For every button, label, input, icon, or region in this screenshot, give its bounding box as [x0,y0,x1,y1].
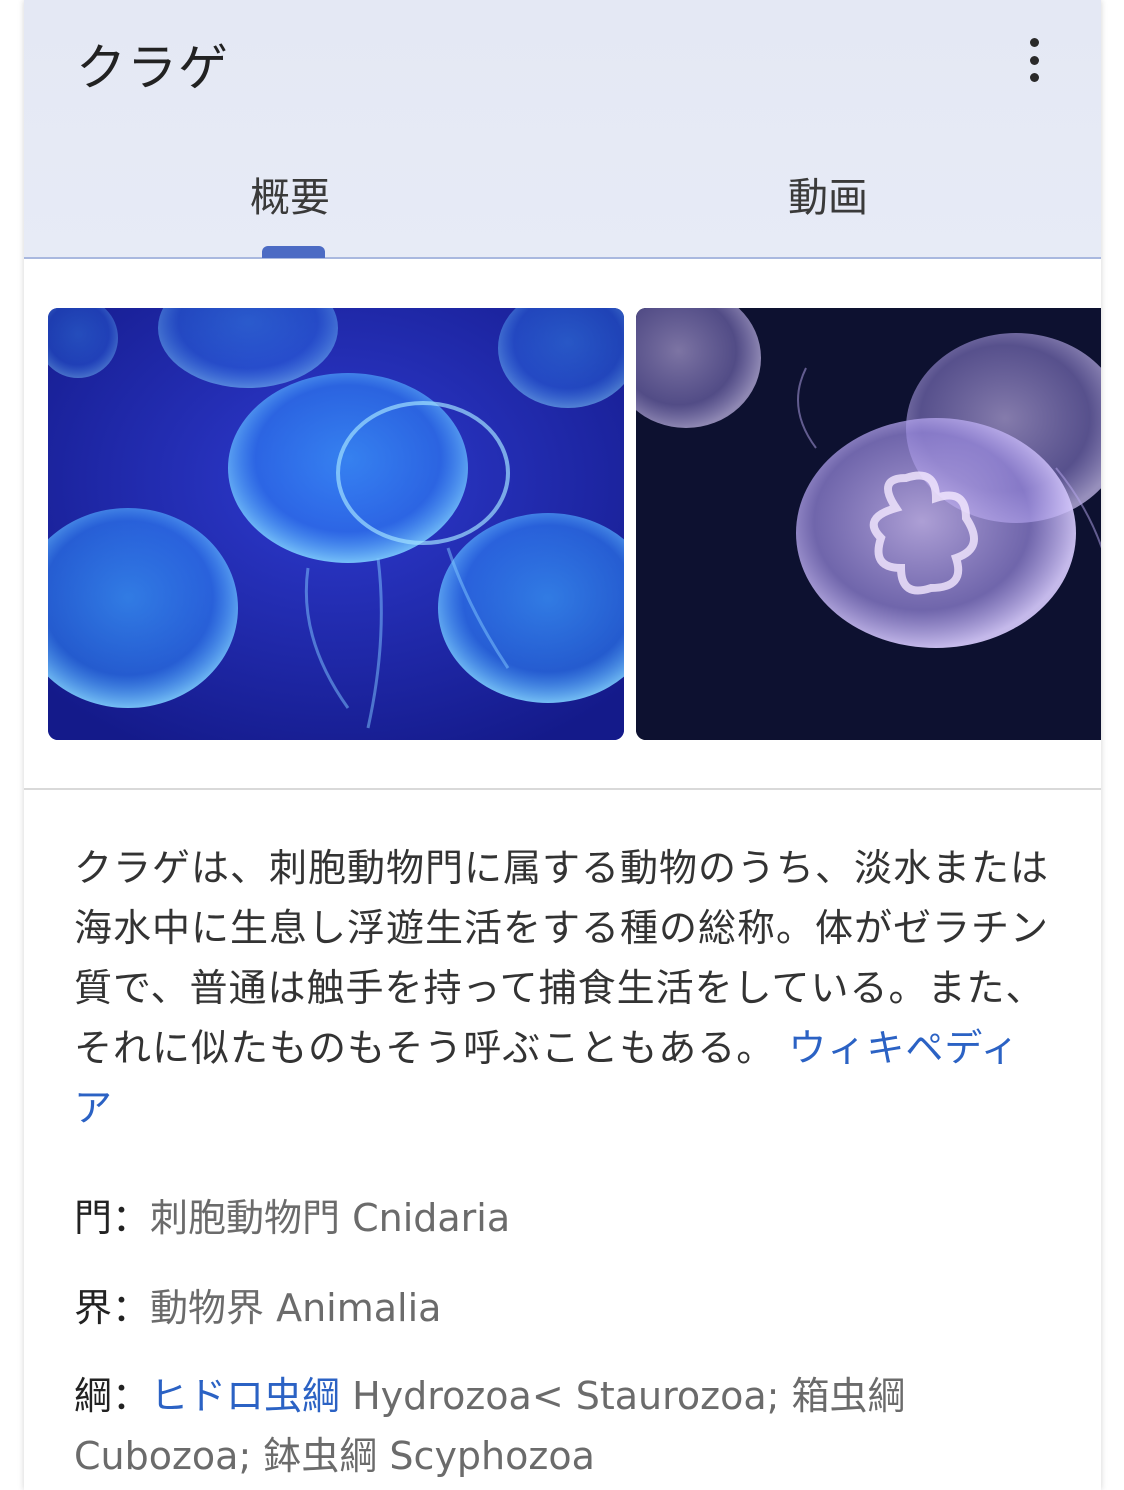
more-dot [1029,55,1039,65]
tab-video[interactable]: 動画 [788,165,868,223]
jellyfish-image-1[interactable] [48,308,624,740]
fact-label: 綱： [74,1374,151,1418]
panel-title: クラゲ [76,39,229,97]
section-divider [24,788,1101,790]
knowledge-panel: クラゲ 概要 動画 クラゲは、刺胞動物門に属する動物のうち、淡水または海水中に生… [24,0,1101,1490]
moon-jellyfish-photo-icon [636,308,1101,740]
fact-class: 綱：ヒドロ虫綱 Hydrozoa< Staurozoa; 箱虫綱 Cubozoa… [74,1366,1074,1486]
jellyfish-image-2[interactable] [636,308,1101,740]
jellyfish-photo-blue-icon [48,308,624,740]
fact-class-link[interactable]: ヒドロ虫綱 [150,1374,340,1418]
description: クラゲは、刺胞動物門に属する動物のうち、淡水または海水中に生息し浮遊生活をする種… [74,838,1054,1138]
more-vert-icon[interactable] [1014,38,1054,82]
fact-value: 動物界 Animalia [150,1286,442,1330]
tab-selected-indicator [262,246,325,258]
fact-value: 刺胞動物門 Cnidaria [150,1196,511,1240]
more-dot [1029,38,1039,47]
fact-kingdom: 界：動物界 Animalia [74,1278,1074,1338]
panel-header: クラゲ 概要 動画 [24,0,1101,259]
fact-label: 門： [74,1196,151,1240]
fact-label: 界： [74,1286,151,1330]
fact-phylum: 門：刺胞動物門 Cnidaria [74,1188,1074,1248]
tab-overview[interactable]: 概要 [250,165,330,223]
more-dot [1029,73,1039,82]
